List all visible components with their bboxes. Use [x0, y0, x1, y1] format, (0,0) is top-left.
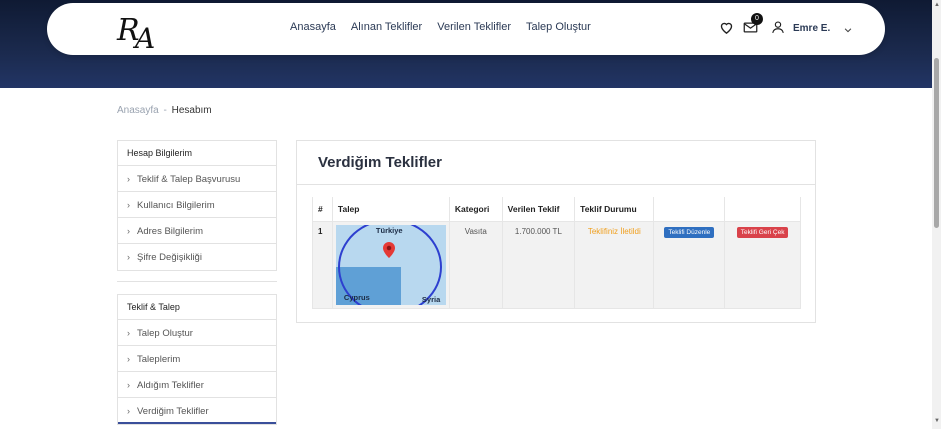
- scroll-down-icon[interactable]: ▼: [934, 418, 940, 424]
- breadcrumb-current: Hesabım: [171, 105, 212, 116]
- scroll-up-icon[interactable]: ▲: [934, 2, 940, 8]
- sidebar-item-given-offers[interactable]: › Verdiğim Teklifler: [118, 398, 276, 424]
- chevron-right-icon: ›: [127, 406, 130, 416]
- title-divider: [297, 184, 815, 185]
- sidebar-item-create-request[interactable]: › Talep Oluştur: [118, 320, 276, 346]
- heart-icon[interactable]: [719, 20, 735, 36]
- sidebar-item-application[interactable]: › Teklif & Talep Başvurusu: [118, 166, 276, 192]
- message-count-badge: 0: [751, 13, 763, 25]
- sidebar-item-label: Aldığım Teklifler: [137, 380, 204, 391]
- brand-logo[interactable]: R A: [115, 10, 163, 55]
- column-header-request: Talep: [331, 197, 450, 222]
- sidebar-offers-section: Teklif & Talep › Talep Oluştur › Talepleri…: [117, 294, 277, 425]
- offers-table: # Talep Kategori Verilen Teklif Teklif D…: [312, 197, 801, 309]
- offer-amount-cell: 1.700.000 TL: [501, 220, 576, 309]
- main-nav: Anasayfa Alınan Teklifler Verilen Teklif…: [290, 21, 591, 33]
- row-index: 1: [312, 220, 333, 309]
- chevron-right-icon: ›: [127, 380, 130, 390]
- request-cell: Türkiye Cyprus Syria: [331, 220, 450, 309]
- chevron-right-icon: ›: [127, 200, 130, 210]
- map-pin-icon: [382, 241, 395, 258]
- user-name[interactable]: Emre E.: [793, 23, 830, 34]
- chevron-right-icon: ›: [127, 226, 130, 236]
- location-map[interactable]: Türkiye Cyprus Syria: [335, 224, 446, 305]
- withdraw-cell: Teklifi Geri Çek: [724, 220, 801, 309]
- status-text: Teklifiniz İletildi: [587, 226, 641, 236]
- sidebar-item-user-info[interactable]: › Kullanıcı Bilgilerim: [118, 192, 276, 218]
- top-navbar: R A Anasayfa Alınan Teklifler Verilen Te…: [47, 3, 885, 55]
- sidebar-item-label: Kullanıcı Bilgilerim: [137, 200, 215, 211]
- sidebar-item-my-requests[interactable]: › Taleplerim: [118, 346, 276, 372]
- sidebar-account-section: Hesap Bilgilerim › Teklif & Talep Başvuru…: [117, 140, 277, 271]
- table-row: 1 Türkiye Cyprus Syria Vasıta 1.700.000 …: [312, 220, 801, 309]
- sidebar-item-label: Şifre Değişikliği: [137, 252, 202, 263]
- nav-link-create-request[interactable]: Talep Oluştur: [526, 21, 591, 33]
- map-label-north: Türkiye: [375, 225, 403, 235]
- chevron-down-icon[interactable]: [843, 22, 859, 38]
- column-header-category: Kategori: [448, 197, 503, 222]
- sidebar-offers-heading: Teklif & Talep: [118, 295, 276, 320]
- withdraw-offer-button[interactable]: Teklifi Geri Çek: [736, 226, 789, 238]
- sidebar-item-label: Taleplerim: [137, 354, 181, 365]
- sidebar-item-label: Talep Oluştur: [137, 328, 193, 339]
- svg-text:A: A: [132, 22, 155, 50]
- sidebar-item-label: Teklif & Talep Başvurusu: [137, 174, 241, 185]
- nav-link-home[interactable]: Anasayfa: [290, 21, 336, 33]
- scrollbar-thumb[interactable]: [934, 58, 939, 228]
- column-header-offer: Verilen Teklif: [501, 197, 576, 222]
- sidebar-account-heading: Hesap Bilgilerim: [118, 141, 276, 166]
- sidebar-item-label: Verdiğim Teklifler: [137, 406, 209, 417]
- edit-cell: Teklifi Düzenle: [653, 220, 726, 309]
- edit-offer-button[interactable]: Teklifi Düzenle: [664, 226, 715, 238]
- sidebar-item-address[interactable]: › Adres Bilgilerim: [118, 218, 276, 244]
- status-cell: Teklifiniz İletildi: [574, 220, 655, 309]
- breadcrumb: Anasayfa - Hesabım: [117, 105, 212, 116]
- chevron-right-icon: ›: [127, 328, 130, 338]
- chevron-right-icon: ›: [127, 252, 130, 262]
- breadcrumb-home[interactable]: Anasayfa: [117, 105, 159, 116]
- map-label-island: Cyprus: [343, 292, 370, 302]
- column-header-index: #: [312, 197, 333, 222]
- given-offers-panel: Verdiğim Teklifler # Talep Kategori Veri…: [296, 140, 816, 323]
- column-header-edit: [653, 197, 726, 222]
- nav-link-received-offers[interactable]: Alınan Teklifler: [351, 21, 422, 33]
- column-header-status: Teklif Durumu: [574, 197, 655, 222]
- nav-link-given-offers[interactable]: Verilen Teklifler: [437, 21, 511, 33]
- sidebar-item-received-offers[interactable]: › Aldığım Teklifler: [118, 372, 276, 398]
- sidebar-divider: [117, 281, 277, 282]
- breadcrumb-separator: -: [163, 105, 167, 116]
- sidebar-item-password[interactable]: › Şifre Değişikliği: [118, 244, 276, 270]
- user-icon[interactable]: [771, 20, 787, 36]
- sidebar-item-label: Adres Bilgilerim: [137, 226, 203, 237]
- chevron-right-icon: ›: [127, 354, 130, 364]
- map-label-east: Syria: [421, 294, 441, 304]
- chevron-right-icon: ›: [127, 174, 130, 184]
- page-scrollbar[interactable]: ▲ ▼: [932, 0, 941, 429]
- column-header-withdraw: [724, 197, 801, 222]
- page-title: Verdiğim Teklifler: [318, 154, 442, 171]
- category-cell: Vasıta: [448, 220, 503, 309]
- table-header-row: # Talep Kategori Verilen Teklif Teklif D…: [312, 197, 801, 222]
